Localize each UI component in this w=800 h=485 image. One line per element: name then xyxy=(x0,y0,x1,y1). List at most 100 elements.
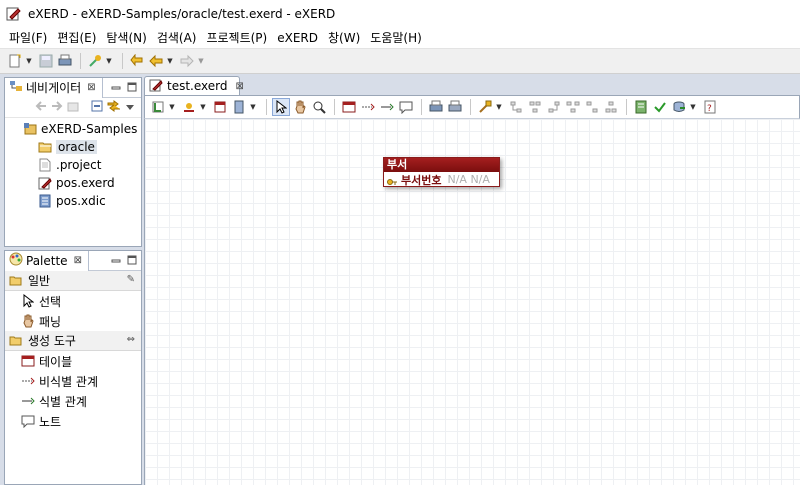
minimize-icon[interactable] xyxy=(111,254,121,264)
maximize-icon[interactable] xyxy=(127,81,137,92)
identifying-relation-tool-icon[interactable] xyxy=(378,98,396,116)
exerd-file-icon xyxy=(38,176,52,190)
layer-dropdown-icon[interactable]: ▼ xyxy=(168,98,176,116)
layer-icon[interactable] xyxy=(149,98,167,116)
link-editor-icon[interactable] xyxy=(107,100,121,115)
maximize-icon[interactable] xyxy=(127,254,137,265)
tree-item-project-file[interactable]: .project xyxy=(5,156,141,174)
display-icon[interactable] xyxy=(211,98,229,116)
palette-item-label: 테이블 xyxy=(39,354,73,369)
zoom-icon[interactable] xyxy=(310,98,328,116)
menu-search[interactable]: 검색(A) xyxy=(152,28,202,48)
pan-tool-icon[interactable] xyxy=(291,98,309,116)
palette-item-select[interactable]: 선택 xyxy=(5,291,141,311)
navigator-tab[interactable]: 네비게이터 ⊠ xyxy=(5,77,103,98)
notation-dropdown-icon[interactable]: ▼ xyxy=(249,98,257,116)
new-file-icon[interactable] xyxy=(6,52,24,70)
minimize-icon[interactable] xyxy=(111,81,121,91)
folder-open-icon xyxy=(9,335,23,347)
entity-column-row[interactable]: 부서번호 N/A N/A xyxy=(384,172,499,187)
palette-item-label: 식별 관계 xyxy=(39,394,87,409)
color-dropdown-icon[interactable]: ▼ xyxy=(199,98,207,116)
run-tool-dropdown-icon[interactable]: ▼ xyxy=(105,52,113,70)
menu-edit[interactable]: 편집(E) xyxy=(52,28,101,48)
align-right-icon[interactable] xyxy=(545,98,563,116)
align-top-icon[interactable] xyxy=(564,98,582,116)
save-icon[interactable] xyxy=(37,52,55,70)
close-icon[interactable]: ⊠ xyxy=(74,255,82,266)
navigator-window-controls xyxy=(111,81,137,92)
back-icon[interactable] xyxy=(147,52,165,70)
palette-item-table[interactable]: 테이블 xyxy=(5,351,141,371)
align-center-icon[interactable] xyxy=(526,98,544,116)
collapse-toggle-icon[interactable]: ⇔ xyxy=(127,334,135,345)
palette-item-non-identifying-relation[interactable]: 비식별 관계 xyxy=(5,371,141,391)
help-doc-icon[interactable]: ? xyxy=(701,98,719,116)
tree-item-exerd-samples[interactable]: eXERD-Samples xyxy=(5,120,141,138)
toolbar-separator xyxy=(626,99,627,115)
toolbar-separator xyxy=(266,99,267,115)
non-identifying-relation-tool-icon[interactable] xyxy=(359,98,377,116)
tree-item-label: oracle xyxy=(56,140,97,154)
menu-navigate[interactable]: 탐색(N) xyxy=(101,28,151,48)
forward-dropdown-icon[interactable]: ▼ xyxy=(197,52,205,70)
align-left-icon[interactable] xyxy=(507,98,525,116)
run-tool-icon[interactable] xyxy=(86,52,104,70)
palette-item-panning[interactable]: 패닝 xyxy=(5,311,141,331)
validate-icon[interactable] xyxy=(651,98,669,116)
menu-project[interactable]: 프로젝트(P) xyxy=(201,28,272,48)
editor-tab-test-exerd[interactable]: test.exerd ⊠ xyxy=(144,76,244,95)
back-arrow-icon[interactable] xyxy=(35,100,47,115)
auto-layout-icon[interactable] xyxy=(476,98,494,116)
last-edit-icon[interactable] xyxy=(128,52,146,70)
up-folder-icon[interactable] xyxy=(67,100,79,115)
note-tool-icon[interactable] xyxy=(397,98,415,116)
new-dropdown-icon[interactable]: ▼ xyxy=(25,52,33,70)
forward-arrow-icon[interactable] xyxy=(51,100,63,115)
menu-help[interactable]: 도움말(H) xyxy=(365,28,427,48)
file-icon xyxy=(38,158,52,172)
palette-header: Palette ⊠ xyxy=(5,250,141,271)
color-icon[interactable] xyxy=(180,98,198,116)
table-tool-icon[interactable] xyxy=(340,98,358,116)
back-dropdown-icon[interactable]: ▼ xyxy=(166,52,174,70)
notation-icon[interactable] xyxy=(230,98,248,116)
diagram-canvas[interactable]: 부서 부서번호 N/A N/A xyxy=(144,119,800,485)
menu-bar: 파일(F) 편집(E) 탐색(N) 검색(A) 프로젝트(P) eXERD 창(… xyxy=(0,28,800,48)
menu-exerd[interactable]: eXERD xyxy=(272,28,323,48)
palette-tab[interactable]: Palette ⊠ xyxy=(5,250,89,271)
align-middle-icon[interactable] xyxy=(583,98,601,116)
dictionary-icon[interactable] xyxy=(632,98,650,116)
palette-group-general[interactable]: 일반 ✎ xyxy=(5,271,141,291)
forward-engineer-dropdown-icon[interactable]: ▼ xyxy=(689,98,697,116)
xdic-file-icon xyxy=(38,194,52,208)
menu-window[interactable]: 창(W) xyxy=(323,28,365,48)
tree-item-oracle[interactable]: oracle xyxy=(5,138,141,156)
entity-table[interactable]: 부서 부서번호 N/A N/A xyxy=(383,157,500,187)
palette-panel: Palette ⊠ 일반 ✎ 선택 패닝 생성 도구 ⇔ 테이블 비식별 관계 … xyxy=(4,250,142,485)
close-icon[interactable]: ⊠ xyxy=(87,82,95,93)
menu-file[interactable]: 파일(F) xyxy=(4,28,52,48)
pin-icon[interactable]: ✎ xyxy=(127,274,135,285)
print-diagram-icon[interactable] xyxy=(427,98,445,116)
navigator-tree: eXERD-Samples oracle .project pos.exerd … xyxy=(5,118,141,210)
collapse-all-icon[interactable] xyxy=(91,100,103,115)
palette-tab-label: Palette xyxy=(26,253,68,268)
align-bottom-icon[interactable] xyxy=(602,98,620,116)
close-icon[interactable]: ⊠ xyxy=(236,81,244,92)
navigator-toolbar xyxy=(5,98,141,118)
palette-group-creation-tools[interactable]: 생성 도구 ⇔ xyxy=(5,331,141,351)
toolbar-separator xyxy=(421,99,422,115)
forward-engineer-icon[interactable] xyxy=(670,98,688,116)
auto-layout-dropdown-icon[interactable]: ▼ xyxy=(495,98,503,116)
tree-item-pos-exerd[interactable]: pos.exerd xyxy=(5,174,141,192)
toolbar-separator xyxy=(334,99,335,115)
forward-icon[interactable] xyxy=(178,52,196,70)
view-menu-icon[interactable] xyxy=(125,101,135,115)
tree-item-pos-xdic[interactable]: pos.xdic xyxy=(5,192,141,210)
select-tool-icon[interactable] xyxy=(272,98,290,116)
palette-item-identifying-relation[interactable]: 식별 관계 xyxy=(5,391,141,411)
print-preview-icon[interactable] xyxy=(446,98,464,116)
palette-item-note[interactable]: 노트 xyxy=(5,411,141,431)
print-icon[interactable] xyxy=(56,52,74,70)
